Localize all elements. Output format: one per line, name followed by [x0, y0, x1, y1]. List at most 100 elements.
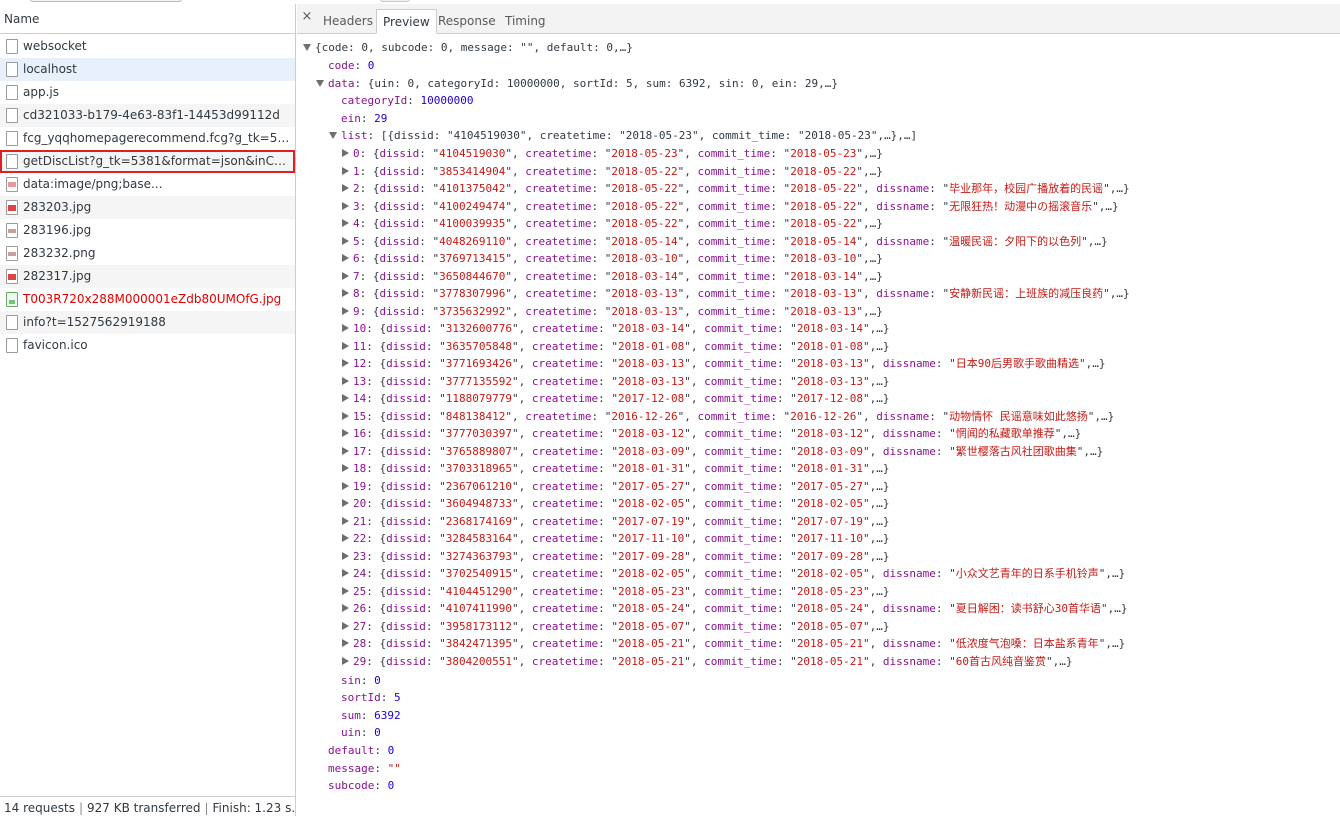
json-root-node[interactable]: {code: 0, subcode: 0, message: "", defau… — [303, 39, 633, 57]
collapsed-triangle-icon[interactable] — [342, 411, 349, 420]
name-column-header[interactable]: Name — [0, 4, 295, 34]
request-row-websocket[interactable]: websocket — [0, 35, 295, 58]
json-string: 2018-03-12 — [617, 427, 685, 440]
collapsed-triangle-icon[interactable] — [342, 551, 349, 560]
tab-headers[interactable]: Headers — [317, 9, 379, 34]
collapsed-triangle-icon[interactable] — [342, 149, 349, 157]
json-list-item[interactable]: 16: {dissid: "3777030397", createtime: "… — [341, 425, 1081, 443]
json-list-item[interactable]: 13: {dissid: "3777135592", createtime: "… — [341, 373, 890, 391]
json-list-item[interactable]: 20: {dissid: "3604948733", createtime: "… — [341, 495, 890, 513]
json-string: 2018-03-12 — [796, 427, 864, 440]
json-list-item[interactable]: 22: {dissid: "3284583164", createtime: "… — [341, 530, 890, 548]
json-list-item[interactable]: 8: {dissid: "3778307996", createtime: "2… — [341, 285, 1130, 303]
collapsed-triangle-icon[interactable] — [342, 586, 349, 595]
json-node-data[interactable]: data: {uin: 0, categoryId: 10000000, sor… — [316, 75, 838, 93]
collapsed-triangle-icon[interactable] — [342, 569, 349, 577]
collapsed-triangle-icon[interactable] — [342, 271, 349, 280]
request-row-getdisclist[interactable]: getDiscList?g_tk=5381&format=json&inCha.… — [0, 150, 295, 173]
json-list-item[interactable]: 19: {dissid: "2367061210", createtime: "… — [341, 478, 890, 496]
json-list-item[interactable]: 25: {dissid: "4104451290", createtime: "… — [341, 583, 890, 601]
collapsed-triangle-icon[interactable] — [342, 639, 349, 647]
json-list-item[interactable]: 18: {dissid: "3703318965", createtime: "… — [341, 460, 890, 478]
tab-preview[interactable]: Preview — [376, 9, 437, 34]
json-list-item[interactable]: 0: {dissid: "4104519030", createtime: "2… — [341, 145, 883, 163]
collapsed-triangle-icon[interactable] — [342, 184, 349, 192]
collapsed-triangle-icon[interactable] — [342, 254, 349, 262]
collapsed-triangle-icon[interactable] — [342, 499, 349, 507]
json-list-item[interactable]: 17: {dissid: "3765889807", createtime: "… — [341, 443, 1103, 461]
json-string: 3765889807 — [445, 444, 512, 458]
json-list-item[interactable]: 29: {dissid: "3804200551", createtime: "… — [341, 653, 1073, 671]
collapsed-triangle-icon[interactable] — [342, 289, 349, 297]
request-row-localhost[interactable]: localhost — [0, 58, 295, 81]
collapsed-triangle-icon[interactable] — [342, 429, 349, 437]
collapsed-triangle-icon[interactable] — [342, 306, 349, 315]
collapsed-triangle-icon[interactable] — [342, 236, 349, 245]
request-row-data-image[interactable]: data:image/png;base... — [0, 173, 295, 196]
tab-response[interactable]: Response — [432, 9, 502, 34]
collapsed-triangle-icon[interactable] — [342, 464, 349, 472]
tab-timing[interactable]: Timing — [499, 9, 552, 34]
collapsed-triangle-icon[interactable] — [342, 166, 349, 175]
collapsed-triangle-icon[interactable] — [342, 621, 349, 630]
json-list-item[interactable]: 10: {dissid: "3132600776", createtime: "… — [341, 320, 890, 338]
collapsed-triangle-icon[interactable] — [342, 481, 349, 490]
collapsed-triangle-icon[interactable] — [342, 656, 349, 665]
json-list-item[interactable]: 27: {dissid: "3958173112", createtime: "… — [341, 618, 890, 636]
request-row-283203[interactable]: 283203.jpg — [0, 196, 295, 219]
json-list-item[interactable]: 2: {dissid: "4101375042", createtime: "2… — [341, 180, 1130, 198]
request-row-uuid[interactable]: cd321033-b179-4e63-83f1-14453d99112d — [0, 104, 295, 127]
json-list-item[interactable]: 9: {dissid: "3735632992", createtime: "2… — [341, 303, 883, 321]
expanded-triangle-icon[interactable] — [329, 131, 337, 139]
json-list-item[interactable]: 4: {dissid: "4100039935", createtime: "2… — [341, 215, 883, 233]
collapsed-triangle-icon[interactable] — [342, 446, 349, 455]
json-punct: ", — [856, 287, 877, 300]
json-node-list[interactable]: list: [{dissid: "4104519030", createtime… — [329, 127, 917, 145]
request-row-282317[interactable]: 282317.jpg — [0, 265, 295, 288]
request-row-app-js[interactable]: app.js — [0, 81, 295, 104]
request-row-283196[interactable]: 283196.jpg — [0, 219, 295, 242]
json-string: 2017-09-28 — [796, 549, 864, 563]
collapsed-triangle-icon[interactable] — [342, 394, 349, 402]
collapsed-triangle-icon[interactable] — [342, 324, 349, 332]
json-list-item[interactable]: 26: {dissid: "4107411990", createtime: "… — [341, 600, 1128, 618]
json-punct: ",…} — [863, 479, 890, 493]
collapsed-triangle-icon[interactable] — [342, 359, 349, 367]
collapsed-triangle-icon[interactable] — [342, 341, 349, 350]
collapsed-triangle-icon[interactable] — [342, 201, 349, 210]
json-key: commit_time — [704, 374, 777, 388]
request-row-info[interactable]: info?t=1527562919188 — [0, 311, 295, 334]
json-punct: ", — [684, 392, 705, 405]
collapsed-triangle-icon[interactable] — [342, 604, 349, 612]
collapsed-triangle-icon[interactable] — [342, 534, 349, 542]
expanded-triangle-icon[interactable] — [316, 79, 324, 87]
collapsed-triangle-icon[interactable] — [342, 516, 349, 525]
json-list-item[interactable]: 23: {dissid: "3274363793", createtime: "… — [341, 548, 890, 566]
json-list-item[interactable]: 12: {dissid: "3771693426", createtime: "… — [341, 355, 1106, 373]
json-punct: ", — [684, 427, 705, 440]
expanded-triangle-icon[interactable] — [303, 43, 311, 51]
request-row-283232[interactable]: 283232.png — [0, 242, 295, 265]
json-list-item[interactable]: 7: {dissid: "3650844670", createtime: "2… — [341, 268, 883, 286]
browser-tab-edge[interactable] — [30, 0, 182, 2]
close-icon[interactable]: × — [300, 10, 314, 24]
json-list-item[interactable]: 5: {dissid: "4048269110", createtime: "2… — [341, 233, 1108, 251]
json-list-item[interactable]: 1: {dissid: "3853414904", createtime: "2… — [341, 163, 883, 181]
collapsed-triangle-icon[interactable] — [342, 376, 349, 385]
request-row-t003r720[interactable]: T003R720x288M000001eZdb80UMOfG.jpg — [0, 288, 295, 311]
json-list-item[interactable]: 21: {dissid: "2368174169", createtime: "… — [341, 513, 890, 531]
json-colon: : — [374, 762, 388, 775]
json-list-item[interactable]: 24: {dissid: "3702540915", createtime: "… — [341, 565, 1125, 583]
browser-tab-edge-secondary[interactable] — [380, 0, 410, 2]
json-punct: ",…} — [856, 217, 883, 230]
request-row-favicon[interactable]: favicon.ico — [0, 334, 295, 357]
json-list-item[interactable]: 28: {dissid: "3842471395", createtime: "… — [341, 635, 1125, 653]
json-key: dissid — [386, 549, 426, 563]
request-row-fcg-homepage[interactable]: fcg_yqqhomepagerecommend.fcg?g_tk=53... — [0, 127, 295, 150]
json-list-item[interactable]: 14: {dissid: "1188079779", createtime: "… — [341, 390, 890, 408]
json-list-item[interactable]: 15: {dissid: "848138412", createtime: "2… — [341, 408, 1114, 426]
collapsed-triangle-icon[interactable] — [342, 219, 349, 227]
json-list-item[interactable]: 6: {dissid: "3769713415", createtime: "2… — [341, 250, 883, 268]
json-list-item[interactable]: 3: {dissid: "4100249474", createtime: "2… — [341, 198, 1119, 216]
json-list-item[interactable]: 11: {dissid: "3635705848", createtime: "… — [341, 338, 890, 356]
